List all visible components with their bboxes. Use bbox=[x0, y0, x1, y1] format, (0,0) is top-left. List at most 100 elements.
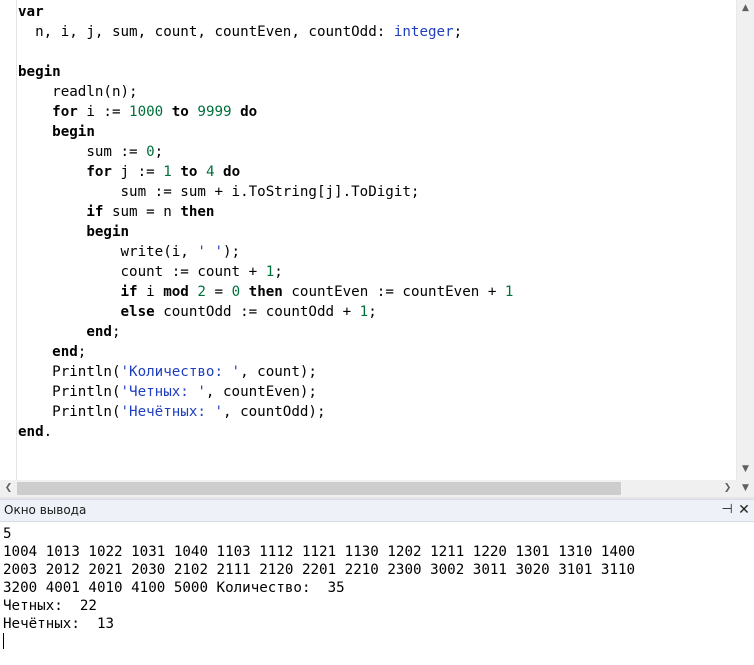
code-line: end. bbox=[18, 422, 734, 442]
scroll-up-icon[interactable]: ▲ bbox=[737, 0, 754, 17]
code-token-kw: var bbox=[18, 4, 44, 20]
output-line: Четных: 22 bbox=[3, 598, 97, 614]
scroll-corner-down-icon[interactable]: ▼ bbox=[737, 480, 754, 497]
code-token-num: 9999 bbox=[197, 104, 232, 120]
code-line: else countOdd := countOdd + 1; bbox=[18, 302, 734, 322]
code-token: = bbox=[205, 284, 232, 300]
output-line: Нечётных: 13 bbox=[3, 616, 115, 632]
code-token: countOdd := countOdd + bbox=[154, 304, 360, 320]
code-token-kw: begin bbox=[18, 64, 61, 80]
code-token-num: 1 bbox=[359, 304, 369, 320]
output-line: 2003 2012 2021 2030 2102 2111 2120 2201 … bbox=[3, 562, 636, 578]
code-token-kw: do bbox=[240, 104, 258, 120]
scroll-down-icon[interactable]: ▼ bbox=[737, 461, 754, 478]
code-token-str: ' ' bbox=[197, 244, 223, 260]
code-token: readln(n); bbox=[18, 84, 138, 100]
code-token-kw: end bbox=[18, 424, 44, 440]
code-line: begin bbox=[18, 122, 734, 142]
output-panel-header: Окно вывода ⊣ ✕ bbox=[0, 499, 754, 522]
code-token-kw: then bbox=[180, 204, 215, 220]
code-text[interactable]: var n, i, j, sum, count, countEven, coun… bbox=[18, 2, 734, 442]
code-token-kw: for bbox=[86, 164, 112, 180]
code-token-num: 4 bbox=[205, 164, 215, 180]
code-token: ; bbox=[368, 304, 377, 320]
code-token: countEven := countEven + bbox=[282, 284, 505, 300]
code-token-kw: else bbox=[120, 304, 155, 320]
code-token: ; bbox=[77, 344, 87, 360]
output-line: 3200 4001 4010 4100 5000 Количество: 35 bbox=[3, 580, 345, 596]
scroll-left-icon[interactable]: ❮ bbox=[0, 480, 17, 497]
code-token-kw: then bbox=[248, 284, 283, 300]
code-line: begin bbox=[18, 222, 734, 242]
text-caret bbox=[3, 633, 4, 649]
code-editor[interactable]: var n, i, j, sum, count, countEven, coun… bbox=[0, 0, 754, 497]
code-line: begin bbox=[18, 62, 734, 82]
code-token-num: 0 bbox=[146, 144, 155, 160]
code-token-type: integer bbox=[393, 24, 454, 40]
output-text: 5 1004 1013 1022 1031 1040 1103 1112 1121… bbox=[3, 525, 635, 633]
scroll-right-icon[interactable]: ❯ bbox=[719, 480, 736, 497]
code-token: i bbox=[137, 284, 164, 300]
code-line: end; bbox=[18, 322, 734, 342]
code-line: if sum = n then bbox=[18, 202, 734, 222]
code-line: write(i, ' '); bbox=[18, 242, 734, 262]
code-token-kw: begin bbox=[86, 224, 130, 240]
code-token: , count); bbox=[240, 364, 317, 380]
code-token: ; bbox=[111, 324, 121, 340]
code-token: . bbox=[43, 424, 53, 440]
code-line: for j := 1 to 4 do bbox=[18, 162, 734, 182]
horizontal-scrollbar[interactable]: ❮ ❯ ▼ bbox=[0, 480, 754, 497]
code-token-num: 1000 bbox=[129, 104, 164, 120]
code-token: n, i, j, sum, count, countEven, countOdd… bbox=[18, 24, 394, 40]
code-line: end; bbox=[18, 342, 734, 362]
output-panel-title: Окно вывода bbox=[4, 503, 87, 517]
code-token: write(i, bbox=[18, 244, 198, 260]
editor-gutter bbox=[0, 0, 17, 480]
code-token-num: 0 bbox=[231, 284, 241, 300]
code-line: count := count + 1; bbox=[18, 262, 734, 282]
code-line: if i mod 2 = 0 then countEven := countEv… bbox=[18, 282, 734, 302]
code-line: Println('Четных: ', countEven); bbox=[18, 382, 734, 402]
code-token-kw: begin bbox=[52, 124, 95, 140]
code-token-str: 'Нечётных: ' bbox=[120, 404, 224, 420]
code-line: sum := 0; bbox=[18, 142, 734, 162]
code-token: ; bbox=[154, 144, 164, 160]
code-token: ); bbox=[223, 244, 241, 260]
code-token: sum := bbox=[18, 144, 147, 160]
code-token-str: 'Количество: ' bbox=[120, 364, 241, 380]
code-token: , countEven); bbox=[205, 384, 317, 400]
vertical-scrollbar[interactable]: ▲ ▼ bbox=[736, 0, 754, 480]
close-icon[interactable]: ✕ bbox=[737, 502, 751, 518]
code-token-kw: mod bbox=[163, 284, 189, 300]
code-token: ; bbox=[274, 264, 283, 280]
code-token-num: 1 bbox=[163, 164, 172, 180]
code-token: count := count + bbox=[18, 264, 266, 280]
horizontal-scroll-thumb[interactable] bbox=[17, 482, 621, 495]
code-token-str: 'Четных: ' bbox=[120, 384, 206, 400]
code-token: ; bbox=[453, 24, 463, 40]
code-token-kw: if bbox=[120, 284, 138, 300]
code-token: Println( bbox=[18, 364, 121, 380]
output-line: 1004 1013 1022 1031 1040 1103 1112 1121 … bbox=[3, 544, 636, 560]
code-line: n, i, j, sum, count, countEven, countOdd… bbox=[18, 22, 734, 42]
code-token-kw: do bbox=[223, 164, 241, 180]
code-line: Println('Количество: ', count); bbox=[18, 362, 734, 382]
pin-icon[interactable]: ⊣ bbox=[720, 502, 734, 518]
code-line: sum := sum + i.ToString[j].ToDigit; bbox=[18, 182, 734, 202]
code-token: i := bbox=[77, 104, 130, 120]
code-token-num: 1 bbox=[504, 284, 514, 300]
code-token: sum = n bbox=[103, 204, 181, 220]
output-window[interactable]: 5 1004 1013 1022 1031 1040 1103 1112 1121… bbox=[0, 522, 754, 665]
